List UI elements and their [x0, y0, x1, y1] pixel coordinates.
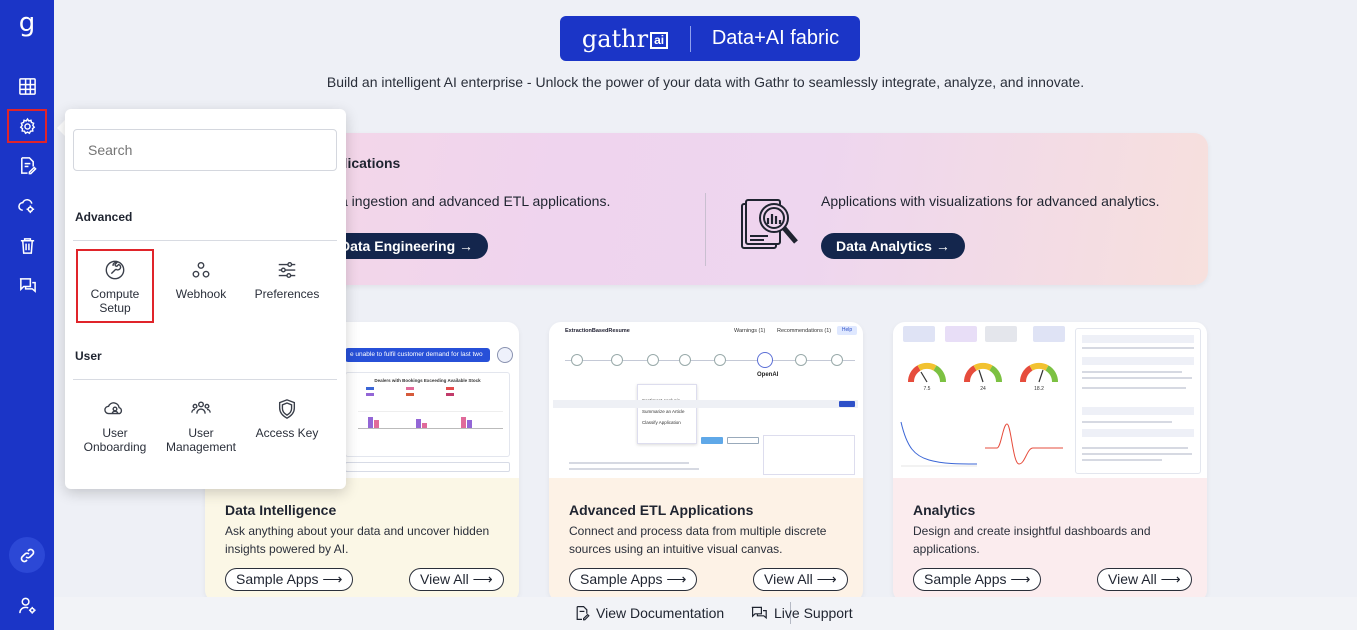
gathr-logo[interactable]: g: [0, 8, 54, 38]
live-support-label: Live Support: [774, 605, 853, 621]
sample-apps-button[interactable]: Sample Apps ⟶: [569, 568, 698, 591]
compute-setup-label: Compute Setup: [90, 287, 140, 315]
preview-recommendations: Recommendations (1): [777, 328, 832, 334]
analytics-card: 7.5 24 18.2 Analytics Design and create …: [893, 322, 1207, 602]
brand-tagline: Data+AI fabric: [711, 27, 840, 49]
compute-setup-icon: [105, 260, 125, 280]
user-settings-icon[interactable]: [7, 588, 47, 622]
chat-support-icon: [751, 606, 767, 620]
chat-icon[interactable]: [7, 268, 47, 302]
preview-dropdown: Sentiment Analysis Summarize an Article …: [637, 384, 697, 444]
etl-preview: ExtractionBasedResume Warnings (1) Recom…: [549, 322, 863, 478]
view-documentation-link[interactable]: View Documentation: [574, 605, 724, 621]
preview-insights-panel: [1075, 328, 1201, 474]
section-divider: [73, 240, 337, 241]
access-key-item[interactable]: Access Key: [250, 390, 324, 460]
view-all-button[interactable]: View All ⟶: [1097, 568, 1192, 591]
preview-question: e unable to fulfil customer demand for l…: [345, 348, 490, 372]
webhook-item[interactable]: Webhook: [164, 251, 238, 321]
user-management-icon: [191, 401, 211, 414]
analytics-search-icon: [741, 199, 798, 249]
webhook-icon: [192, 261, 210, 278]
avatar: [497, 347, 513, 363]
dashboard-icon[interactable]: [7, 69, 47, 103]
user-onboarding-label: User Onboarding: [83, 426, 147, 454]
card-title: Data Intelligence: [225, 502, 337, 518]
user-management-label: User Management: [165, 426, 237, 454]
settings-icon[interactable]: [7, 109, 47, 143]
advanced-etl-body: Advanced ETL Applications Connect and pr…: [549, 478, 863, 602]
preferences-label: Preferences: [254, 287, 320, 301]
view-all-button[interactable]: View All ⟶: [753, 568, 848, 591]
live-support-link[interactable]: Live Support: [750, 605, 853, 621]
preview-app-name: ExtractionBasedResume: [565, 328, 630, 334]
sample-apps-button[interactable]: Sample Apps ⟶: [913, 568, 1042, 591]
brand-logo: gathr ai: [560, 25, 690, 53]
data-analytics-button[interactable]: Data Analytics →: [821, 233, 965, 259]
document-edit-icon[interactable]: [7, 148, 47, 182]
analytics-preview: 7.5 24 18.2: [893, 322, 1207, 478]
preview-chart-panel: Dealers with Bookings Exceeding Availabl…: [345, 372, 510, 457]
trash-icon[interactable]: [7, 228, 47, 262]
card-title: Analytics: [913, 502, 976, 518]
card-title: Advanced ETL Applications: [569, 502, 754, 518]
preferences-item[interactable]: Preferences: [250, 251, 324, 321]
user-onboarding-icon: [104, 402, 123, 415]
brand-banner: gathr ai Data+AI fabric: [560, 16, 860, 61]
preview-chat-input: [345, 462, 510, 472]
user-onboarding-item[interactable]: User Onboarding: [78, 390, 152, 460]
sample-apps-button[interactable]: Sample Apps ⟶: [225, 568, 354, 591]
advanced-etl-card: ExtractionBasedResume Warnings (1) Recom…: [549, 322, 863, 602]
access-key-label: Access Key: [255, 426, 319, 440]
data-engineering-button[interactable]: Data Engineering →: [322, 233, 489, 259]
sliders-icon: [278, 261, 296, 279]
settings-popover: Advanced Compute Setup Webhook Preferenc…: [65, 109, 346, 489]
card-description: Connect and process data from multiple d…: [569, 524, 827, 556]
sidebar: g: [0, 0, 54, 630]
data-intelligence-body: Data Intelligence Ask anything about you…: [205, 478, 519, 602]
shield-icon: [278, 399, 296, 419]
user-management-item[interactable]: User Management: [164, 390, 238, 460]
documentation-icon: [576, 606, 590, 621]
data-analytics-description: Applications with visualizations for adv…: [821, 193, 1160, 209]
card-description: Design and create insightful dashboards …: [913, 524, 1151, 556]
preview-help: Help: [837, 326, 857, 335]
footer-bar: View Documentation Live Support: [54, 597, 1357, 630]
analytics-body: Analytics Design and create insightful d…: [893, 478, 1207, 602]
preview-wave-chart: [985, 423, 1063, 465]
view-all-button[interactable]: View All ⟶: [409, 568, 504, 591]
cloud-settings-icon[interactable]: [7, 188, 47, 222]
data-engineering-description: a ingestion and advanced ETL application…: [340, 193, 611, 209]
preview-chart-title: Dealers with Bookings Exceeding Availabl…: [374, 378, 481, 383]
webhook-label: Webhook: [175, 287, 227, 301]
preview-openai: OpenAI: [757, 372, 779, 378]
section-divider: [73, 379, 337, 380]
page-subtitle: Build an intelligent AI enterprise - Unl…: [326, 74, 1085, 90]
view-documentation-label: View Documentation: [596, 605, 725, 621]
compute-setup-item[interactable]: Compute Setup: [76, 249, 154, 323]
section-title-advanced: Advanced: [75, 210, 133, 224]
hero-divider: [705, 193, 706, 266]
preview-line-chart: [900, 421, 978, 467]
card-description: Ask anything about your data and uncover…: [225, 524, 490, 556]
section-title-user: User: [75, 349, 102, 363]
link-icon[interactable]: [9, 537, 45, 573]
preview-warnings: Warnings (1): [734, 328, 766, 334]
settings-search-input[interactable]: [73, 129, 337, 171]
